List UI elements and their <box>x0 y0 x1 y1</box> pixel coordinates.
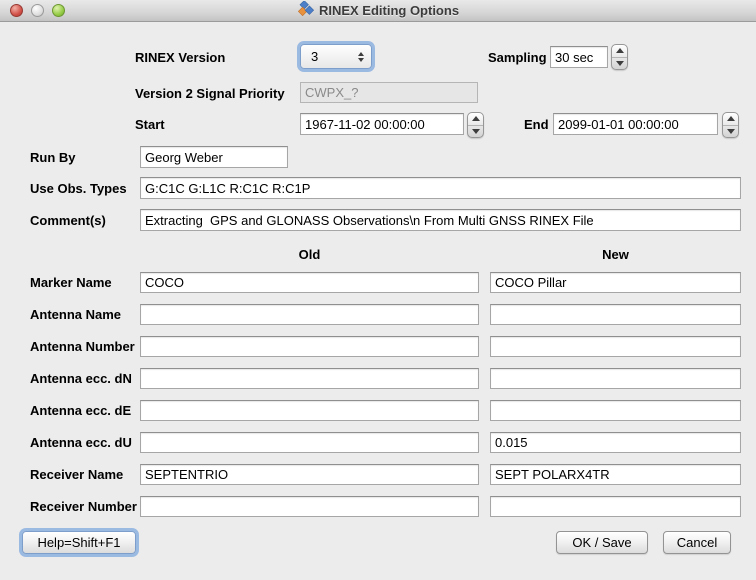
cancel-button[interactable]: Cancel <box>663 531 731 554</box>
use-obs-types-input[interactable] <box>140 177 741 199</box>
chevron-up-down-icon <box>358 52 364 62</box>
rinex-editing-options-dialog: RINEX Editing Options RINEX Version 3 Sa… <box>0 0 756 580</box>
end-label: End <box>524 117 549 132</box>
stepper-down-icon[interactable] <box>612 58 627 70</box>
sampling-stepper[interactable] <box>611 44 628 70</box>
end-stepper[interactable] <box>722 112 739 138</box>
receiver-name-new-input[interactable] <box>490 464 741 485</box>
stepper-up-icon[interactable] <box>468 113 483 126</box>
start-stepper[interactable] <box>467 112 484 138</box>
marker-name-label: Marker Name <box>30 275 112 290</box>
close-button[interactable] <box>10 4 23 17</box>
antenna-name-new-input[interactable] <box>490 304 741 325</box>
run-by-input[interactable] <box>140 146 288 168</box>
receiver-name-label: Receiver Name <box>30 467 123 482</box>
antenna-ecc-du-old-input[interactable] <box>140 432 479 453</box>
signal-priority-label: Version 2 Signal Priority <box>135 86 285 101</box>
sampling-label: Sampling <box>488 50 547 65</box>
antenna-number-label: Antenna Number <box>30 339 135 354</box>
rinex-version-value: 3 <box>311 49 318 64</box>
sampling-input[interactable] <box>550 46 608 68</box>
antenna-name-old-input[interactable] <box>140 304 479 325</box>
antenna-ecc-du-label: Antenna ecc. dU <box>30 435 132 450</box>
rinex-version-label: RINEX Version <box>135 50 225 65</box>
stepper-up-icon[interactable] <box>612 45 627 58</box>
marker-name-new-input[interactable] <box>490 272 741 293</box>
marker-name-old-input[interactable] <box>140 272 479 293</box>
minimize-button[interactable] <box>31 4 44 17</box>
end-datetime-input[interactable] <box>553 113 718 135</box>
run-by-label: Run By <box>30 150 76 165</box>
antenna-ecc-de-new-input[interactable] <box>490 400 741 421</box>
help-button[interactable]: Help=Shift+F1 <box>22 531 136 554</box>
antenna-ecc-dn-label: Antenna ecc. dN <box>30 371 132 386</box>
receiver-number-old-input[interactable] <box>140 496 479 517</box>
rinex-version-select[interactable]: 3 <box>300 44 372 69</box>
antenna-ecc-dn-new-input[interactable] <box>490 368 741 389</box>
antenna-ecc-du-new-input[interactable] <box>490 432 741 453</box>
window-title: RINEX Editing Options <box>319 3 459 18</box>
title-bar[interactable]: RINEX Editing Options <box>0 0 756 22</box>
antenna-number-old-input[interactable] <box>140 336 479 357</box>
comments-input[interactable] <box>140 209 741 231</box>
start-datetime-input[interactable] <box>300 113 464 135</box>
old-column-header: Old <box>140 247 479 262</box>
stepper-down-icon[interactable] <box>723 126 738 138</box>
antenna-ecc-de-label: Antenna ecc. dE <box>30 403 131 418</box>
comments-label: Comment(s) <box>30 213 106 228</box>
signal-priority-input <box>300 82 478 103</box>
use-obs-types-label: Use Obs. Types <box>30 181 127 196</box>
antenna-name-label: Antenna Name <box>30 307 121 322</box>
stepper-up-icon[interactable] <box>723 113 738 126</box>
receiver-number-new-input[interactable] <box>490 496 741 517</box>
stepper-down-icon[interactable] <box>468 126 483 138</box>
ok-save-button[interactable]: OK / Save <box>556 531 648 554</box>
receiver-name-old-input[interactable] <box>140 464 479 485</box>
new-column-header: New <box>490 247 741 262</box>
antenna-ecc-de-old-input[interactable] <box>140 400 479 421</box>
traffic-lights <box>10 4 65 17</box>
antenna-ecc-dn-old-input[interactable] <box>140 368 479 389</box>
start-label: Start <box>135 117 165 132</box>
zoom-button[interactable] <box>52 4 65 17</box>
bnc-diamonds-icon <box>297 1 314 21</box>
antenna-number-new-input[interactable] <box>490 336 741 357</box>
receiver-number-label: Receiver Number <box>30 499 137 514</box>
